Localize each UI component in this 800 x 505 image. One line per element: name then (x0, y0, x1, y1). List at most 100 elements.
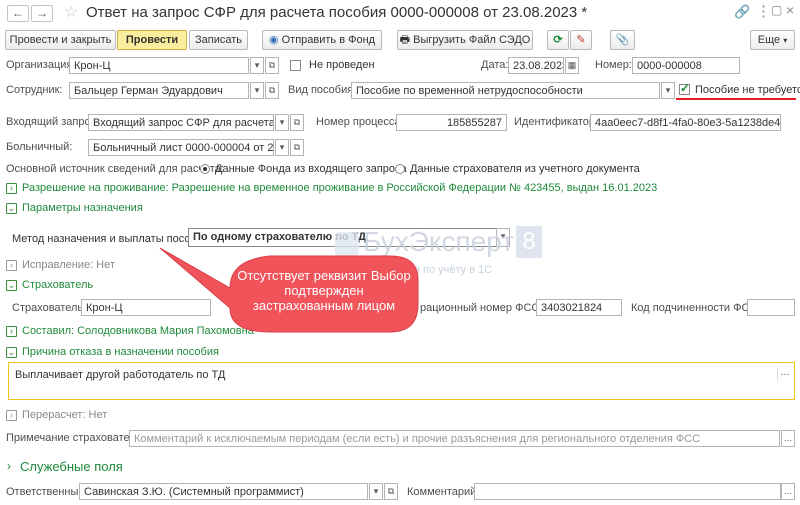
insurer-section-title[interactable]: Страхователь (22, 279, 93, 291)
responsible-label: Ответственный: (6, 486, 88, 498)
benefit-type-label: Вид пособия: (288, 84, 357, 96)
source-insurer-label: Данные страхователя из учетного документ… (410, 163, 640, 175)
refresh-button[interactable]: ⟳ (547, 30, 569, 50)
window-title: Ответ на запрос СФР для расчета пособия … (86, 4, 588, 21)
sick-leave-dropdown-button[interactable]: ▾ (275, 139, 289, 156)
restore-icon[interactable]: ▢ (771, 3, 782, 17)
save-button[interactable]: Записать (189, 30, 248, 50)
source-insurer-radio[interactable] (395, 164, 405, 174)
chevron-down-icon: ⌄ (7, 280, 16, 290)
responsible-field[interactable]: Савинская З.Ю. (Системный программист) (79, 483, 368, 500)
ellipsis-icon: … (783, 486, 793, 496)
benefit-type-dropdown-button[interactable]: ▾ (661, 82, 675, 99)
insurer-note-more-button[interactable]: … (781, 430, 795, 447)
refusal-reason-textarea[interactable]: Выплачивает другой работодатель по ТД … (8, 362, 795, 400)
ellipsis-icon: … (783, 433, 793, 443)
more-label: Еще (757, 34, 781, 46)
chevron-down-icon: ▾ (254, 60, 260, 70)
params-collapse-toggle[interactable]: ⌄ (6, 203, 17, 214)
organization-dropdown-button[interactable]: ▾ (250, 57, 264, 74)
incoming-request-open-button[interactable]: ⧉ (290, 114, 304, 131)
benefit-not-required-checkbox[interactable] (679, 81, 690, 95)
chevron-right-icon: › (10, 410, 13, 420)
forward-button[interactable]: → (31, 5, 53, 22)
employee-dropdown-button[interactable]: ▾ (250, 82, 264, 99)
composed-expand-toggle[interactable]: › (6, 326, 17, 337)
recalc-expand-toggle[interactable]: › (6, 410, 17, 421)
link-icon[interactable]: 🔗 (734, 4, 750, 20)
employee-field[interactable]: Бальцер Герман Эдуардович (69, 82, 249, 99)
residence-expand-toggle[interactable]: › (6, 183, 17, 194)
callout-text: Отсутствует реквизит Выбор подтвержден з… (237, 268, 411, 313)
comment-more-button[interactable]: … (781, 483, 795, 500)
sick-leave-label: Больничный: (6, 141, 73, 153)
chevron-right-icon: › (10, 183, 13, 193)
service-section-title[interactable]: Служебные поля (20, 459, 123, 474)
incoming-request-field[interactable]: Входящий запрос СФР для расчета посо (88, 114, 274, 131)
refusal-section-title[interactable]: Причина отказа в назначении пособия (22, 346, 219, 358)
organization-label: Организация: (6, 59, 76, 71)
subordination-field[interactable] (747, 299, 795, 316)
subordination-label: Код подчиненности ФСС: (631, 302, 761, 314)
post-button[interactable]: Провести (117, 30, 187, 50)
source-label: Основной источник сведений для расчета: (6, 163, 224, 175)
send-to-fund-button[interactable]: ◉ Отправить в Фонд (262, 30, 382, 50)
paperclip-icon: 📎 (615, 34, 630, 46)
responsible-open-button[interactable]: ⧉ (384, 483, 398, 500)
organization-open-button[interactable]: ⧉ (265, 57, 279, 74)
chevron-down-icon: ▾ (783, 36, 788, 45)
refusal-reason-more-button[interactable]: … (777, 367, 792, 381)
calendar-button[interactable]: ▦ (565, 57, 579, 74)
sick-leave-open-button[interactable]: ⧉ (290, 139, 304, 156)
chevron-down-icon: ⌄ (7, 203, 16, 213)
close-icon[interactable]: × (786, 2, 794, 18)
identifier-field[interactable]: 4aa0eec7-d8f1-4fa0-80e3-5a1238de4346 (590, 114, 781, 131)
insurer-collapse-toggle[interactable]: ⌄ (6, 280, 17, 291)
correction-expand-toggle[interactable]: › (6, 260, 17, 271)
params-section-title[interactable]: Параметры назначения (22, 202, 143, 214)
comment-label: Комментарий: (407, 486, 480, 498)
post-and-close-button[interactable]: Провести и закрыть (5, 30, 116, 50)
more-button[interactable]: Еще ▾ (750, 30, 795, 50)
calendar-icon: ▦ (567, 60, 577, 70)
menu-dots-icon[interactable]: ⋮ (756, 2, 771, 20)
comment-field[interactable] (474, 483, 781, 500)
open-icon: ⧉ (293, 117, 301, 127)
arrow-right-icon: → (36, 6, 48, 20)
incoming-request-label: Входящий запрос: (6, 116, 100, 128)
source-fund-radio[interactable] (200, 164, 210, 174)
refresh-icon: ⟳ (553, 34, 563, 46)
responsible-dropdown-button[interactable]: ▾ (369, 483, 383, 500)
source-fund-label: Данные Фонда из входящего запроса (215, 163, 407, 175)
recalc-section-title[interactable]: Перерасчет: Нет (22, 409, 107, 421)
correction-section-title[interactable]: Исправление: Нет (22, 259, 115, 271)
watermark-number: 8 (516, 226, 542, 258)
posted-checkbox[interactable] (290, 60, 301, 71)
incoming-request-dropdown-button[interactable]: ▾ (275, 114, 289, 131)
back-button[interactable]: ← (7, 5, 29, 22)
date-field[interactable]: 23.08.2023 (508, 57, 564, 74)
chevron-down-icon: ▾ (373, 486, 379, 496)
clear-button[interactable]: ✎ (570, 30, 592, 50)
benefit-type-field[interactable]: Пособие по временной нетрудоспособности (351, 82, 660, 99)
sick-leave-field[interactable]: Больничный лист 0000-000004 от 28.07 (88, 139, 274, 156)
not-posted-label: Не проведен (309, 59, 375, 71)
chevron-down-icon: ⌄ (7, 347, 16, 357)
organization-field[interactable]: Крон-Ц (69, 57, 249, 74)
insurer-note-field[interactable]: Комментарий к исключаемым периодам (если… (129, 430, 780, 447)
chevron-down-icon: ▾ (279, 117, 285, 127)
favorite-star-icon[interactable]: ☆ (64, 2, 78, 22)
number-field[interactable]: 0000-000008 (632, 57, 740, 74)
reg-number-field[interactable]: 3403021824 (536, 299, 622, 316)
upload-sedo-button[interactable]: 🖶 Выгрузить Файл СЭДО (397, 30, 533, 50)
pen-clear-icon: ✎ (576, 34, 586, 46)
residence-section-title[interactable]: Разрешение на проживание: Разрешение на … (22, 182, 657, 194)
service-chevron-icon[interactable]: › (7, 459, 11, 473)
date-label: Дата: (481, 59, 509, 71)
insurer-label: Страхователь: (12, 302, 87, 314)
refusal-collapse-toggle[interactable]: ⌄ (6, 347, 17, 358)
process-number-field[interactable]: 185855287 (396, 114, 507, 131)
employee-open-button[interactable]: ⧉ (265, 82, 279, 99)
number-label: Номер: (595, 59, 632, 71)
attach-button[interactable]: 📎 (610, 30, 635, 50)
